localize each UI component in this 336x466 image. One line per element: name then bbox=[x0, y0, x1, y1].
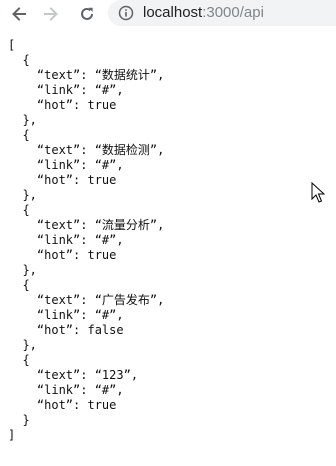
json-line: “link”: “#”, bbox=[8, 233, 124, 247]
json-line: “text”: “123”, bbox=[8, 368, 139, 382]
json-line: }, bbox=[8, 263, 37, 277]
json-line: “link”: “#”, bbox=[8, 83, 124, 97]
browser-toolbar: localhost:3000/api bbox=[0, 0, 336, 28]
json-viewer: [ { “text”: “数据统计”, “link”: “#”, “hot”: … bbox=[8, 38, 164, 443]
json-line: { bbox=[8, 203, 30, 217]
json-line: { bbox=[8, 53, 30, 67]
json-line: [ bbox=[8, 38, 16, 52]
json-line: “text”: “广告发布”, bbox=[8, 293, 165, 307]
json-line: “text”: “流量分析”, bbox=[8, 218, 165, 232]
info-circle-icon[interactable] bbox=[118, 5, 134, 21]
json-line: “text”: “数据检测”, bbox=[8, 143, 165, 157]
url-text[interactable]: localhost:3000/api bbox=[143, 4, 264, 22]
arrow-left-icon[interactable] bbox=[7, 2, 31, 26]
json-line: } bbox=[8, 413, 30, 427]
json-line: “link”: “#”, bbox=[8, 308, 124, 322]
json-line: “hot”: true bbox=[8, 173, 117, 187]
json-line: }, bbox=[8, 188, 37, 202]
json-line: }, bbox=[8, 113, 37, 127]
json-line: { bbox=[8, 353, 30, 367]
url-path: :3000/api bbox=[202, 4, 264, 21]
json-line: }, bbox=[8, 338, 37, 352]
mouse-pointer-icon bbox=[311, 182, 325, 203]
json-line: “hot”: true bbox=[8, 248, 117, 262]
json-line: { bbox=[8, 128, 30, 142]
json-line: “hot”: false bbox=[8, 323, 124, 337]
page-content: [ { “text”: “数据统计”, “link”: “#”, “hot”: … bbox=[0, 30, 336, 466]
url-host: localhost bbox=[143, 4, 203, 21]
address-bar[interactable]: localhost:3000/api bbox=[108, 0, 336, 26]
json-line: ] bbox=[8, 428, 16, 442]
json-line: “link”: “#”, bbox=[8, 158, 124, 172]
json-line: “hot”: true bbox=[8, 98, 117, 112]
arrow-right-icon[interactable] bbox=[39, 2, 63, 26]
json-line: “link”: “#”, bbox=[8, 383, 124, 397]
json-line: { bbox=[8, 278, 30, 292]
reload-icon[interactable] bbox=[75, 2, 99, 26]
json-line: “hot”: true bbox=[8, 398, 117, 412]
json-line: “text”: “数据统计”, bbox=[8, 68, 165, 82]
